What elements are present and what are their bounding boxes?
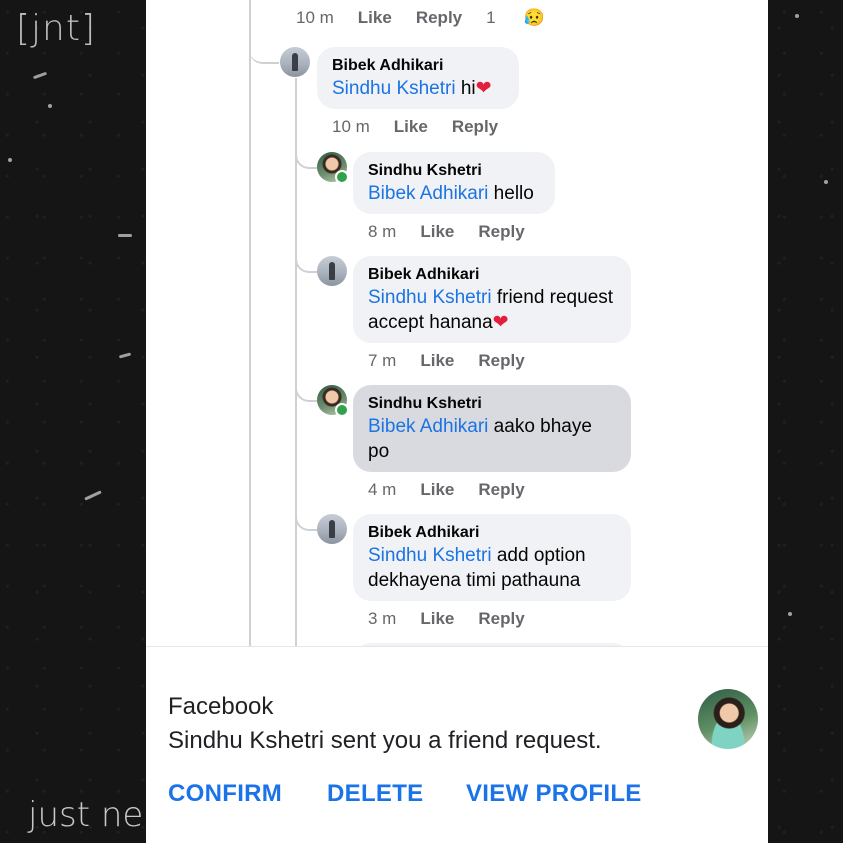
mention-link[interactable]: Sindhu Kshetri: [368, 545, 492, 566]
like-button[interactable]: Like: [420, 609, 454, 628]
comment-time: 10 m: [332, 117, 370, 136]
background-speck: [48, 104, 52, 108]
like-button[interactable]: Like: [394, 117, 428, 136]
view-profile-button[interactable]: VIEW PROFILE: [466, 780, 642, 808]
comment-meta: 4 m Like Reply: [368, 480, 549, 500]
confirm-button[interactable]: CONFIRM: [168, 780, 282, 808]
thread-connector: [295, 150, 317, 169]
background-speck: [118, 234, 132, 237]
watermark-top: [jnt]: [16, 8, 97, 49]
like-button[interactable]: Like: [358, 8, 392, 27]
thread-connector: [295, 512, 317, 531]
comment-text-line: dekhayena timi pathauna: [368, 570, 581, 591]
background-speck: [824, 180, 828, 184]
background-speck: [795, 14, 799, 18]
comment-bubble[interactable]: Bibek Adhikari Sindhu Kshetri hi❤: [317, 47, 519, 109]
comment-bubble[interactable]: Sindhu Kshetri Bibek Adhikari hello: [353, 152, 555, 214]
reply-button[interactable]: Reply: [452, 117, 498, 136]
background-speck: [8, 158, 12, 162]
notification-message: Sindhu Kshetri sent you a friend request…: [168, 727, 602, 754]
thread-connector: [249, 44, 279, 64]
delete-button[interactable]: DELETE: [327, 780, 423, 808]
comment-text-line: accept hanana: [368, 312, 493, 333]
comment-author[interactable]: Bibek Adhikari: [368, 265, 616, 285]
comment-text-line: hello: [488, 183, 534, 204]
avatar[interactable]: [317, 256, 347, 286]
comment-bubble[interactable]: Bibek Adhikari Sindhu Kshetri add option…: [353, 514, 631, 601]
friend-request-notification[interactable]: Facebook Sindhu Kshetri sent you a frien…: [146, 646, 768, 843]
comment-text-line: aako bhaye: [488, 416, 592, 437]
comment-meta: 3 m Like Reply: [368, 609, 549, 629]
comment-meta: 8 m Like Reply: [368, 222, 549, 242]
comment-time: 3 m: [368, 609, 397, 628]
comment-thread: 10 m Like Reply 1 😥 Bibek Adhikari Sindhu Ks…: [146, 0, 768, 646]
notification-app-name: Facebook: [168, 693, 274, 720]
reply-button[interactable]: Reply: [478, 351, 524, 370]
comment-meta: 7 m Like Reply: [368, 351, 549, 371]
comment-text-line: accept hanana❤: [368, 310, 616, 335]
comment-time: 4 m: [368, 480, 397, 499]
thread-line: [249, 0, 251, 646]
comment-meta: 10 m Like Reply 1 😥: [296, 8, 569, 28]
like-button[interactable]: Like: [420, 351, 454, 370]
comment-text: Sindhu Kshetri friend request: [368, 285, 616, 310]
comment-text-line: add option: [491, 545, 586, 566]
sad-reaction-icon: 😥: [523, 8, 545, 27]
comment-author[interactable]: Bibek Adhikari: [332, 56, 504, 76]
like-button[interactable]: Like: [420, 480, 454, 499]
comment-text: Bibek Adhikari hello: [368, 181, 540, 206]
mention-link[interactable]: Sindhu Kshetri: [332, 78, 456, 99]
comment-bubble[interactable]: Bibek Adhikari Sindhu Kshetri friend req…: [353, 256, 631, 343]
avatar[interactable]: [317, 385, 349, 417]
online-status-icon: [335, 403, 349, 417]
comment-author[interactable]: Bibek Adhikari: [368, 523, 616, 543]
mention-link[interactable]: Sindhu Kshetri: [368, 287, 492, 308]
comment-meta: 10 m Like Reply: [332, 117, 522, 137]
comment-text: Sindhu Kshetri add option: [368, 543, 616, 568]
avatar[interactable]: [317, 152, 349, 184]
reaction-count: 1: [486, 8, 496, 27]
comment-text-line: friend request: [491, 287, 614, 308]
comment-author[interactable]: Sindhu Kshetri: [368, 161, 540, 181]
comment-author[interactable]: Sindhu Kshetri: [368, 394, 616, 414]
mention-link[interactable]: Bibek Adhikari: [368, 416, 488, 437]
comment-text: Bibek Adhikari aako bhaye: [368, 414, 616, 439]
reply-button[interactable]: Reply: [416, 8, 462, 27]
reply-button[interactable]: Reply: [478, 609, 524, 628]
comment-text-line: hi: [455, 78, 476, 99]
avatar[interactable]: [317, 514, 347, 544]
comment-text-line: po: [368, 441, 390, 462]
comment-text: Sindhu Kshetri hi❤: [332, 76, 504, 101]
background-speck: [788, 612, 792, 616]
avatar[interactable]: [280, 47, 310, 77]
reply-button[interactable]: Reply: [478, 222, 524, 241]
heart-emoji-icon: ❤: [475, 78, 492, 99]
mention-link[interactable]: Bibek Adhikari: [368, 183, 488, 204]
heart-emoji-icon: ❤: [492, 312, 509, 333]
comment-bubble-selected[interactable]: Sindhu Kshetri Bibek Adhikari aako bhaye…: [353, 385, 631, 472]
comment-time: 8 m: [368, 222, 397, 241]
thread-connector: [295, 254, 317, 273]
notification-avatar: [698, 689, 758, 749]
reply-button[interactable]: Reply: [478, 480, 524, 499]
thread-connector: [295, 383, 317, 402]
like-button[interactable]: Like: [420, 222, 454, 241]
phone-screen: 10 m Like Reply 1 😥 Bibek Adhikari Sindhu Ks…: [146, 0, 768, 843]
online-status-icon: [335, 170, 349, 184]
comment-time: 7 m: [368, 351, 397, 370]
comment-time: 10 m: [296, 8, 334, 27]
